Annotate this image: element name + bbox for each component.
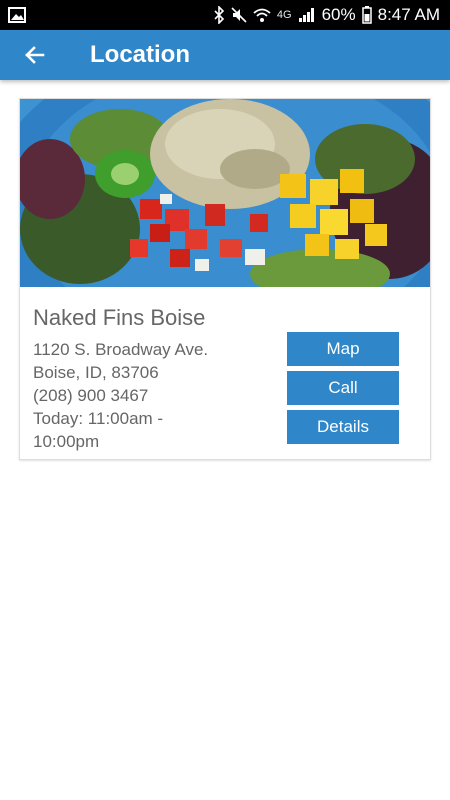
hours-line-1: Today: 11:00am - xyxy=(33,409,164,428)
location-info: Naked Fins Boise 1120 S. Broadway Ave. B… xyxy=(33,305,273,453)
back-button[interactable] xyxy=(13,33,57,77)
status-left xyxy=(8,6,26,24)
address-line-2: Boise, ID, 83706 xyxy=(33,363,159,382)
battery-percent: 60% xyxy=(321,5,356,24)
clock: 8:47 AM xyxy=(377,5,440,24)
status-right: 4G 60% 8:47 AM xyxy=(213,5,440,25)
app-bar: Location xyxy=(0,30,450,80)
bluetooth-icon xyxy=(213,6,225,24)
call-button[interactable]: Call xyxy=(287,371,399,405)
mute-icon xyxy=(231,6,247,24)
address-line-1: 1120 S. Broadway Ave. xyxy=(33,340,209,359)
location-card: Naked Fins Boise 1120 S. Broadway Ave. B… xyxy=(19,98,431,460)
network-type: 4G xyxy=(276,9,292,21)
wifi-icon xyxy=(253,6,271,24)
arrow-left-icon xyxy=(25,46,45,64)
page-title: Location xyxy=(90,41,190,68)
battery-icon xyxy=(361,6,372,24)
map-button[interactable]: Map xyxy=(287,332,399,366)
phone-number: (208) 900 3467 xyxy=(33,386,149,405)
restaurant-photo xyxy=(20,99,430,287)
status-bar: 4G 60% 8:47 AM xyxy=(0,0,450,30)
restaurant-name: Naked Fins Boise xyxy=(33,305,206,330)
signal-icon xyxy=(298,6,316,24)
gallery-notification-icon xyxy=(8,6,26,24)
hours-line-2: 10:00pm xyxy=(33,432,100,451)
details-button[interactable]: Details xyxy=(287,410,399,444)
